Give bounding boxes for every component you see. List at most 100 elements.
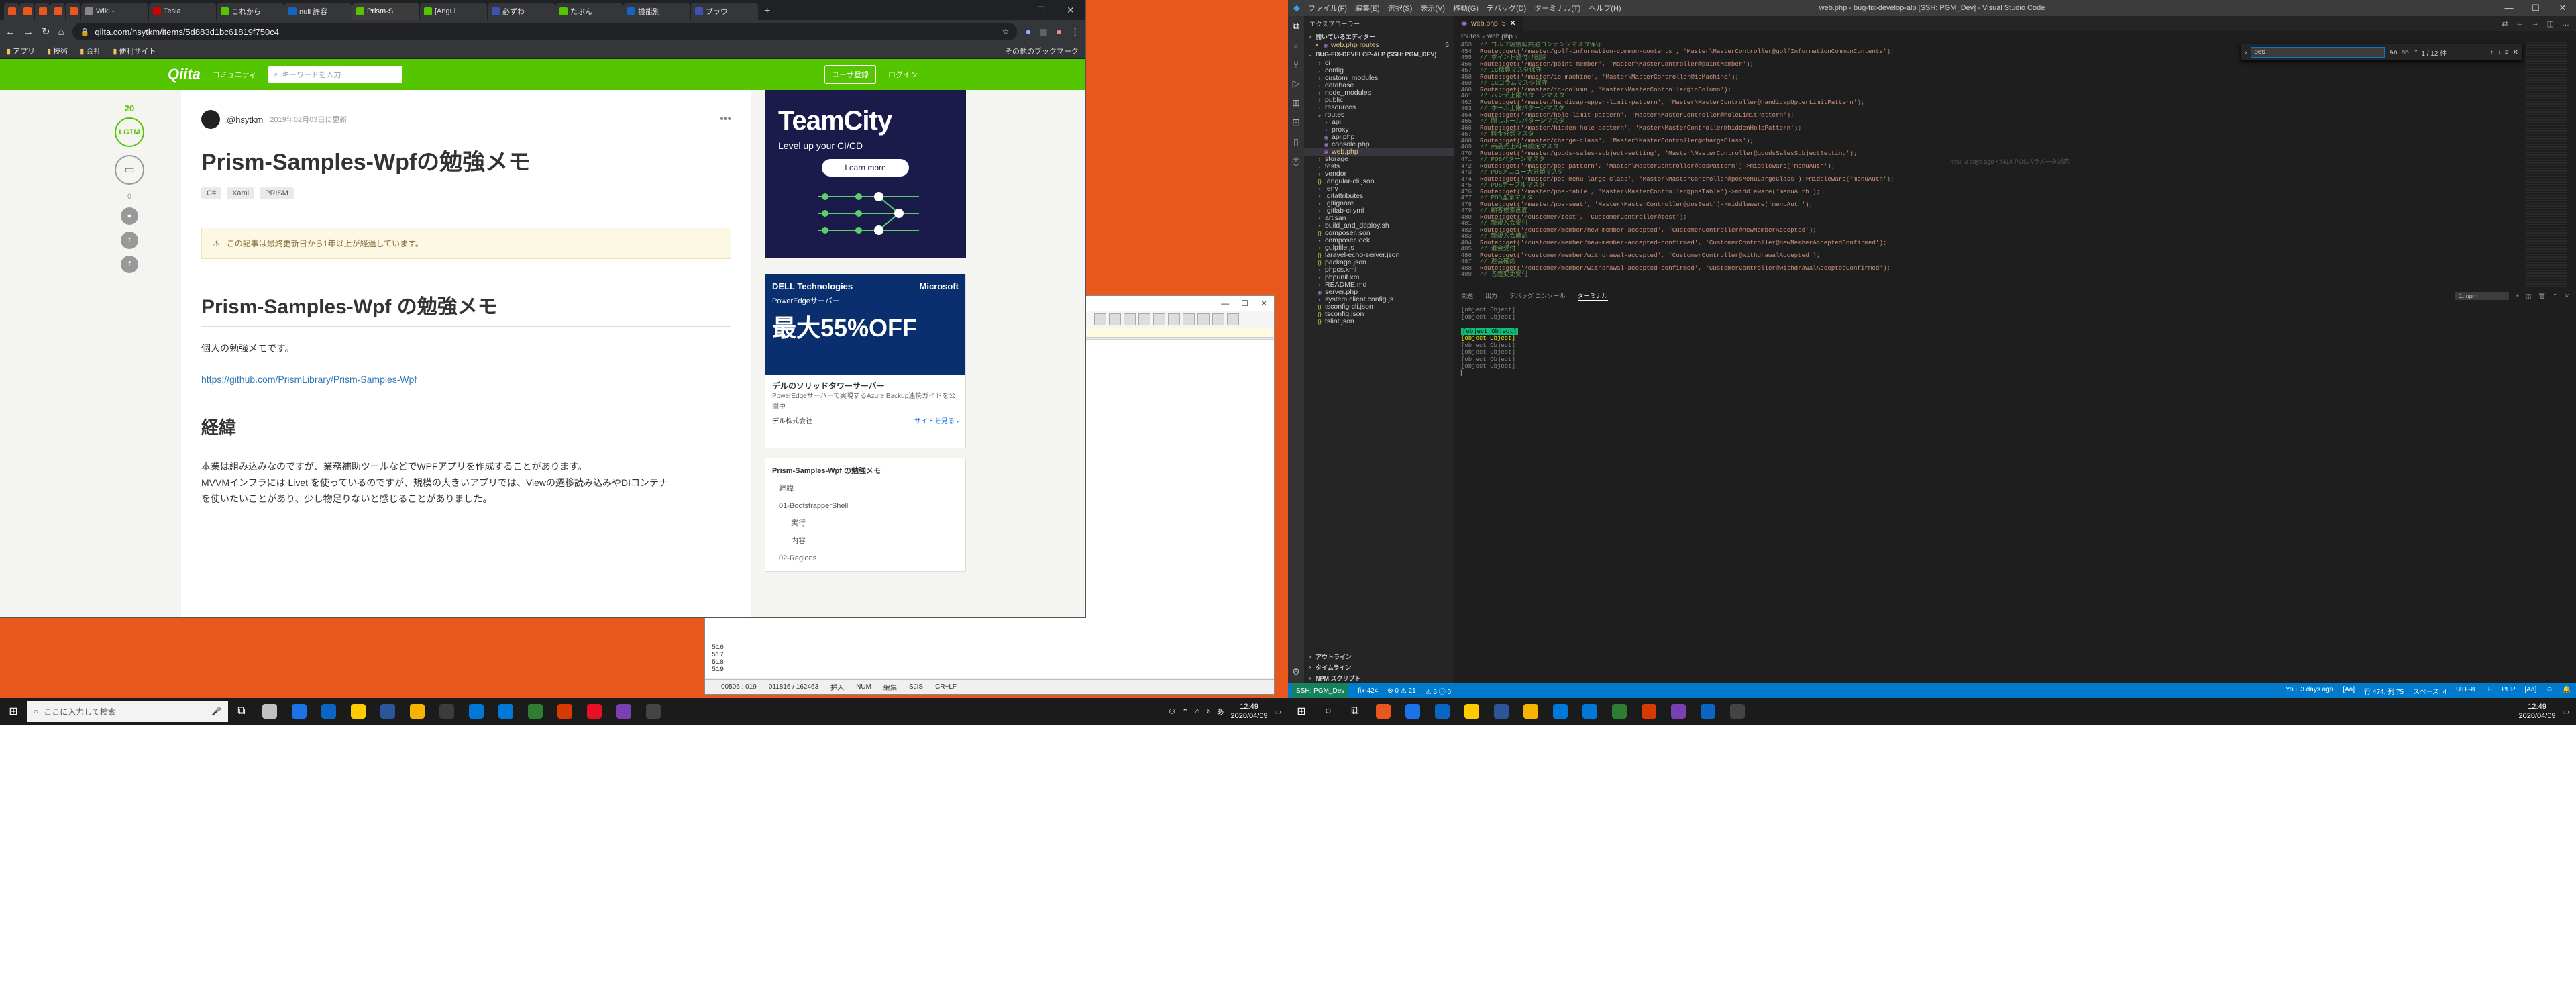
browser-tab[interactable] [4,3,19,20]
explorer-item[interactable]: ▪ phpcs.xml [1304,266,1454,274]
compare-icon[interactable]: ⇄ [2502,19,2508,28]
visit-site-button[interactable]: サイトを見る › [914,417,959,428]
taskbar-app-icon[interactable] [521,698,550,725]
menu-item[interactable]: ファイル(F) [1308,3,1347,13]
reload-icon[interactable]: ↻ [42,26,50,38]
maximize-icon[interactable]: ☐ [1026,0,1056,20]
explorer-item[interactable]: › proxy [1304,126,1454,134]
code-line[interactable]: 458 Route::get('/master/ic-machine', 'Mas… [1454,73,2576,81]
explorer-item[interactable]: › config [1304,67,1454,74]
taskbar-app-icon[interactable] [491,698,521,725]
code-line[interactable]: 470 Route::get('/master/goods-sales-subje… [1454,150,2576,157]
minimize-icon[interactable]: — [1221,299,1229,308]
taskbar-app-icon[interactable] [284,698,314,725]
notification-icon[interactable]: ▭ [2563,707,2569,716]
bookmark-item[interactable]: ▮ アプリ [7,46,35,56]
explorer-item[interactable]: ▪ build_and_deploy.sh [1304,222,1454,230]
menu-item[interactable]: 編集(E) [1355,3,1380,13]
explorer-item[interactable]: ◉ console.php [1304,141,1454,148]
maximize-icon[interactable]: ☐ [1241,299,1248,308]
taskbar-app-icon[interactable] [402,698,432,725]
tool-icon[interactable] [1138,313,1150,325]
explorer-item[interactable]: ▪ .gitignore [1304,200,1454,207]
menu-icon[interactable]: ⋮ [1070,26,1080,38]
explorer-item[interactable]: ▪ system.client.config.js [1304,296,1454,303]
status-item[interactable]: 行 474, 列 75 [2364,686,2404,696]
browser-tab[interactable] [66,3,80,20]
avatar[interactable] [201,110,220,129]
people-icon[interactable]: ⚇ [1169,707,1175,716]
browser-tab[interactable]: Tesla [149,3,216,20]
tool-icon[interactable] [1212,313,1224,325]
explorer-item[interactable]: › vendor [1304,170,1454,178]
search-icon[interactable]: ○ [1315,698,1342,725]
author-name[interactable]: @hsytkm [227,115,263,125]
menu-item[interactable]: ターミナル(T) [1534,3,1580,13]
search-icon[interactable]: ⌕ [1293,40,1299,51]
outline-section[interactable]: › NPM スクリプト [1304,672,1454,683]
open-editor-item[interactable]: ✕ ◉ web.php routes 5 [1304,42,1454,49]
selection-icon[interactable]: ≡ [2505,49,2509,56]
panel-tab[interactable]: デバッグ コンソール [1509,291,1566,301]
qiita-search-input[interactable]: ⌕ キーワードを入力 [268,66,403,83]
code-line[interactable]: 466 Route::get('/master/hidden-hole-patte… [1454,124,2576,132]
task-view-icon[interactable]: ⧉ [1342,698,1368,725]
taskbar-clock[interactable]: 12:49 2020/04/09 [2519,702,2556,721]
terminal-select[interactable]: 1: npm [2455,292,2509,300]
bookmark-item[interactable]: ▮ 技術 [47,46,68,56]
status-item[interactable]: fix-424 [1358,687,1378,695]
browser-tab[interactable]: Wiki - [81,3,148,20]
status-item[interactable]: ⊗ 0 ⚠ 21 [1387,687,1415,695]
explorer-item[interactable]: › ci [1304,60,1454,67]
status-item[interactable]: スペース: 4 [2413,686,2447,696]
status-item[interactable]: LF [2484,686,2492,696]
status-item[interactable]: UTF-8 [2456,686,2475,696]
other-bookmarks[interactable]: その他のブックマーク [1005,46,1079,56]
tool-icon[interactable] [1197,313,1210,325]
breadcrumb-item[interactable]: ... [1520,33,1525,40]
explorer-item[interactable]: ▪ composer.lock [1304,237,1454,244]
explorer-item[interactable]: › node_modules [1304,89,1454,97]
status-item[interactable]: PHP [2502,686,2516,696]
taskbar-app-icon[interactable] [462,698,491,725]
arrow-up-icon[interactable]: ↑ [2490,49,2493,56]
extension-icon[interactable]: ● [1025,26,1031,38]
whole-word-icon[interactable]: ab [2402,49,2409,56]
microphone-icon[interactable]: 🎤 [211,707,221,716]
chevron-up-icon[interactable]: ⌃ [2553,293,2558,300]
taskbar-clock[interactable]: 12:49 2020/04/09 [1231,702,1268,721]
explorer-item[interactable]: ◉ api.php [1304,134,1454,141]
workspace-section[interactable]: ⌄ BUG-FIX-DEVELOP-ALP (SSH: PGM_DEV) [1304,49,1454,60]
explorer-item[interactable]: ▪ .gitlab-ci.yml [1304,207,1454,215]
explorer-item[interactable]: › custom_modules [1304,74,1454,82]
browser-tab[interactable]: null 許容 [284,3,352,20]
windows-start-icon[interactable]: ⊞ [1288,698,1315,725]
lgtm-button[interactable]: LGTM [115,117,144,147]
taskbar-app-icon[interactable] [373,698,402,725]
browser-tab[interactable]: [Angul [420,3,487,20]
outline-section[interactable]: › アウトライン [1304,651,1454,662]
new-tab-button[interactable]: + [759,5,775,20]
terminal-output[interactable]: [object Object] [object Object] [object O… [1454,303,2576,381]
toc-item[interactable]: 内容 [772,532,959,550]
taskbar-app-icon[interactable] [1664,698,1693,725]
comment-icon[interactable]: ● [121,207,138,225]
community-menu[interactable]: コミュニティ [213,69,256,80]
explorer-item[interactable]: {} package.json [1304,259,1454,266]
taskbar-app-icon[interactable] [1516,698,1546,725]
explorer-item[interactable]: ▪ gulpfile.js [1304,244,1454,252]
taskbar-app-icon[interactable] [1457,698,1487,725]
panel-tab[interactable]: 出力 [1485,291,1497,301]
code-line[interactable]: 474 Route::get('/master/pos-menu-large-cl… [1454,175,2576,183]
explorer-item[interactable]: {} laravel-echo-server.json [1304,252,1454,259]
volume-icon[interactable]: ♪ [1206,707,1210,715]
chevron-up-icon[interactable]: ⌃ [1182,707,1188,716]
taskbar-search-input[interactable]: ○ ここに入力して検索 🎤 [27,701,228,722]
star-icon[interactable]: ☆ [1002,27,1010,36]
close-icon[interactable]: ✕ [1260,299,1267,308]
browser-tab[interactable]: Prism-S [352,3,419,20]
code-line[interactable]: 488 Route::get('/customer/member/withdraw… [1454,264,2576,272]
explorer-item[interactable]: ▪ phpunit.xml [1304,274,1454,281]
split-icon[interactable]: ◫ [2547,19,2554,28]
taskbar-app-icon[interactable] [1428,698,1457,725]
